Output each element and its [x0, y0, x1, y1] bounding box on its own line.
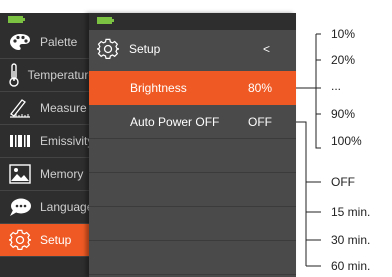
auto-power-option: OFF — [331, 175, 355, 189]
brightness-option: ... — [331, 79, 342, 93]
auto-power-option: 15 min. — [331, 205, 371, 219]
brightness-option: 90% — [331, 107, 356, 121]
brightness-option: 100% — [331, 134, 362, 148]
auto-power-option: 60 min. — [331, 259, 371, 273]
brightness-option: 10% — [331, 27, 356, 41]
auto-power-option: 30 min. — [331, 233, 371, 247]
brightness-option: 20% — [331, 53, 356, 67]
